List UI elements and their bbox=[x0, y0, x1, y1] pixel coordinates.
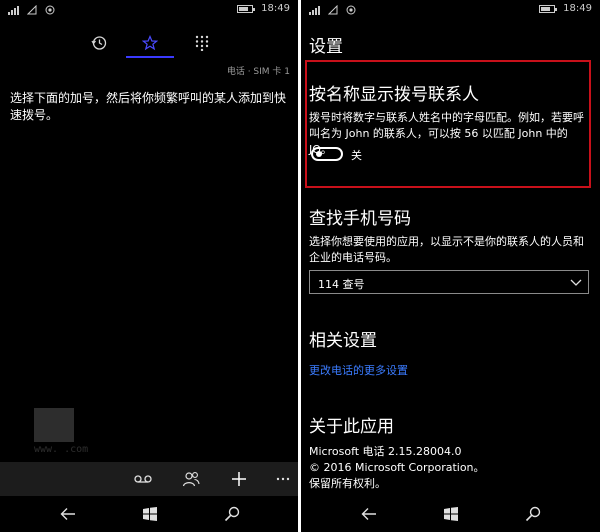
page-title: 设置 bbox=[309, 37, 343, 57]
nav-bar bbox=[0, 496, 298, 532]
copyright-text: © 2016 Microsoft Corporation。 bbox=[309, 461, 485, 474]
start-button[interactable] bbox=[439, 502, 463, 526]
sim-signal-icon bbox=[27, 5, 37, 15]
add-button[interactable] bbox=[226, 466, 252, 492]
windows-icon bbox=[444, 507, 458, 521]
back-button[interactable] bbox=[56, 502, 80, 526]
phone-screen-settings: 18:49 设置 按名称显示拨号联系人 拨号时将数字与联系人姓名中的字母匹配。例… bbox=[301, 0, 600, 532]
contacts-icon bbox=[182, 472, 200, 487]
status-bar: 18:49 bbox=[301, 0, 600, 22]
tab-keypad[interactable] bbox=[187, 30, 217, 56]
location-icon bbox=[346, 5, 356, 15]
phone-tabs bbox=[0, 30, 298, 58]
app-version: Microsoft 电话 2.15.28004.0 bbox=[309, 445, 462, 458]
star-icon bbox=[142, 35, 158, 51]
back-arrow-icon bbox=[60, 508, 75, 520]
contacts-button[interactable] bbox=[178, 466, 204, 492]
about-heading: 关于此应用 bbox=[309, 417, 394, 437]
tab-history[interactable] bbox=[84, 30, 114, 56]
search-icon bbox=[525, 506, 541, 522]
dial-by-name-heading: 按名称显示拨号联系人 bbox=[309, 85, 479, 105]
voicemail-icon bbox=[134, 475, 152, 483]
sim-label: 电话 · SIM 卡 1 bbox=[226, 67, 290, 77]
more-phone-settings-link[interactable]: 更改电话的更多设置 bbox=[309, 362, 408, 378]
more-icon bbox=[276, 477, 290, 481]
dial-by-name-toggle[interactable] bbox=[311, 147, 343, 161]
speed-dial-instructions: 选择下面的加号，然后将你频繁呼叫的某人添加到快速拨号。 bbox=[10, 91, 287, 122]
rights-text: 保留所有权利。 bbox=[309, 477, 386, 490]
tab-favorites[interactable] bbox=[135, 30, 165, 56]
toggle-state-label: 关 bbox=[351, 149, 362, 162]
search-button[interactable] bbox=[521, 502, 545, 526]
nav-bar bbox=[301, 496, 600, 532]
search-button[interactable] bbox=[220, 502, 244, 526]
chevron-down-icon bbox=[570, 279, 582, 286]
status-time: 18:49 bbox=[261, 3, 290, 14]
status-time: 18:49 bbox=[563, 3, 592, 14]
location-icon bbox=[45, 5, 55, 15]
more-button[interactable] bbox=[270, 466, 296, 492]
battery-icon bbox=[539, 4, 558, 13]
history-icon bbox=[91, 36, 107, 50]
lookup-app-select[interactable]: 114 查号 bbox=[309, 270, 589, 294]
plus-icon bbox=[232, 472, 246, 486]
phone-lookup-description: 选择你想要使用的应用，以显示不是你的联系人的人员和企业的电话号码。 bbox=[309, 235, 584, 264]
search-icon bbox=[224, 506, 240, 522]
windows-icon bbox=[143, 507, 157, 521]
toggle-knob bbox=[316, 151, 322, 157]
signal-icon bbox=[309, 5, 320, 15]
lookup-app-selected: 114 查号 bbox=[318, 278, 365, 291]
app-bar bbox=[0, 462, 298, 496]
start-button[interactable] bbox=[138, 502, 162, 526]
back-arrow-icon bbox=[361, 508, 376, 520]
battery-icon bbox=[237, 4, 256, 13]
back-button[interactable] bbox=[357, 502, 381, 526]
sim-signal-icon bbox=[328, 5, 338, 15]
status-bar: 18:49 bbox=[0, 0, 298, 22]
voicemail-button[interactable] bbox=[130, 466, 156, 492]
watermark: www. .com bbox=[34, 408, 134, 456]
signal-icon bbox=[8, 5, 19, 15]
phone-screen-speed-dial: 18:49 电话 · SIM 卡 1 选择下面的加号，然后将你频繁呼叫的某人添加… bbox=[0, 0, 298, 532]
keypad-icon bbox=[195, 35, 209, 51]
related-settings-heading: 相关设置 bbox=[309, 331, 377, 351]
phone-lookup-heading: 查找手机号码 bbox=[309, 209, 411, 229]
active-tab-indicator bbox=[126, 56, 174, 58]
